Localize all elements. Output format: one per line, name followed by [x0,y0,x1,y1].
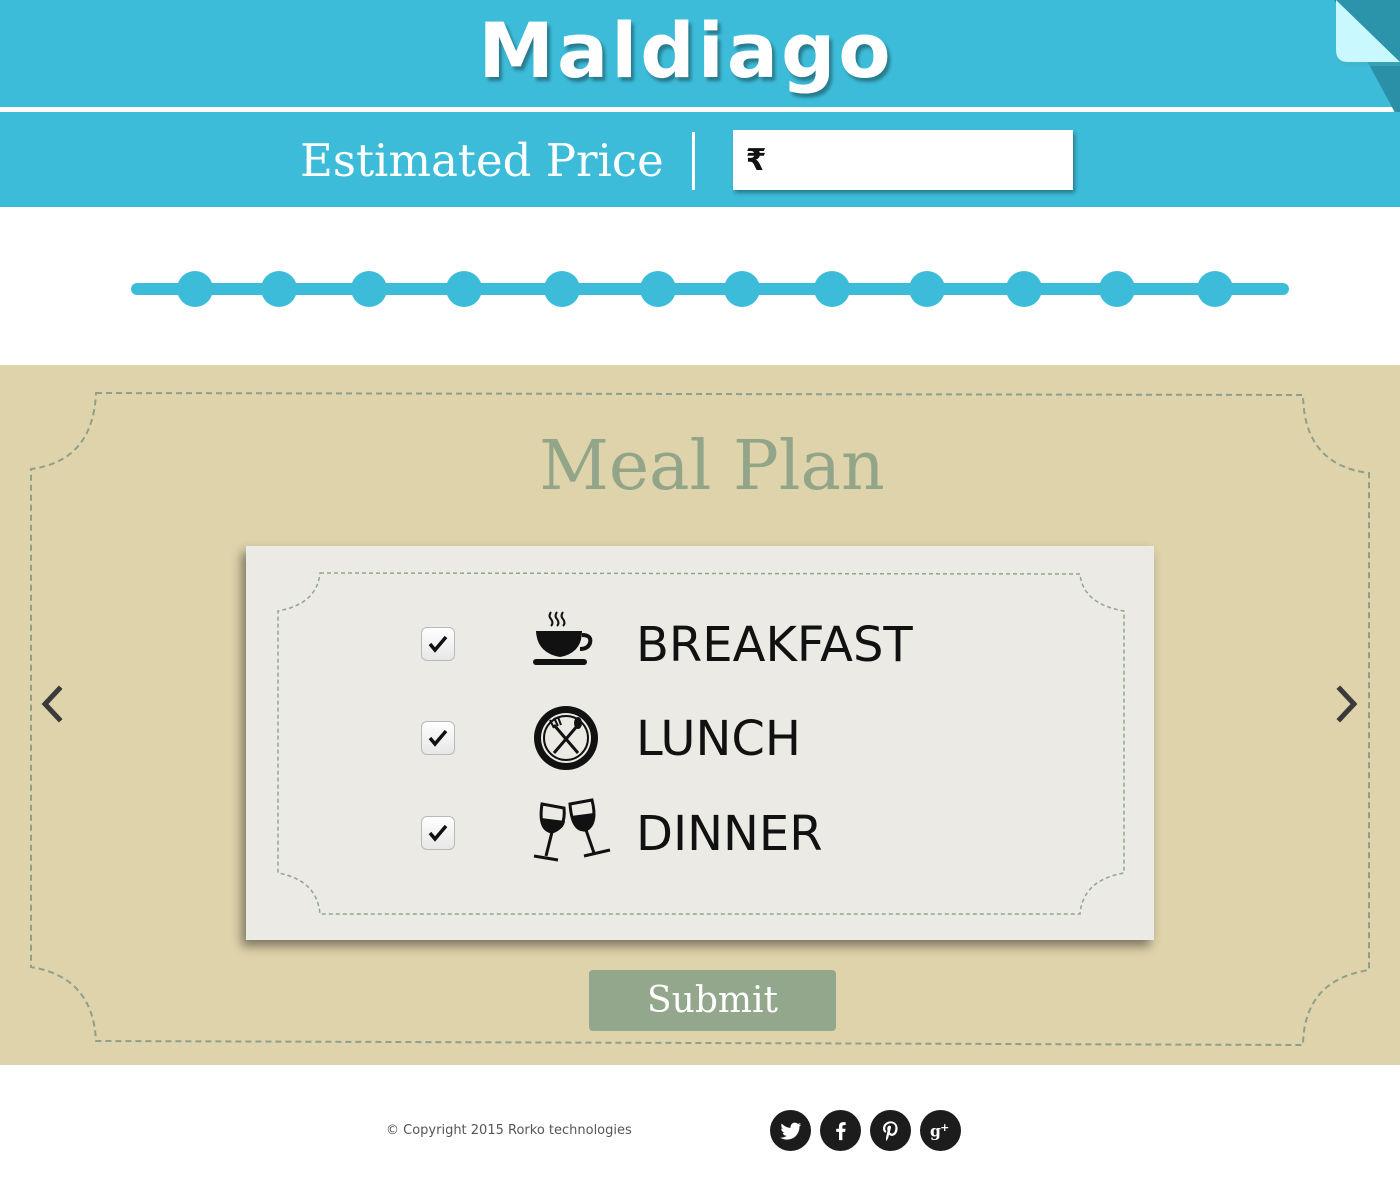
meal-card: BREAKFAST LUNCH DINNER [246,546,1154,940]
wine-glasses-icon [528,798,618,868]
price-bar: Estimated Price ₹ [0,112,1400,207]
brand-logo: Maldiago [478,6,894,95]
google-plus-icon[interactable]: g + [920,1110,961,1151]
site-header: Maldiago [0,0,1400,122]
dinner-checkbox[interactable] [421,816,455,850]
meal-row-dinner: DINNER [246,798,1154,868]
step-dot-1[interactable] [177,271,213,307]
step-dot-9[interactable] [909,271,945,307]
step-dot-5[interactable] [544,271,580,307]
step-dot-3[interactable] [351,271,387,307]
coffee-cup-icon [528,609,618,679]
step-dot-6[interactable] [640,271,676,307]
price-field[interactable]: ₹ [733,130,1073,190]
chevron-right-icon[interactable] [1334,683,1362,725]
meal-row-lunch: LUNCH [246,703,1154,773]
step-dot-7[interactable] [724,271,760,307]
step-dot-8[interactable] [814,271,850,307]
step-dot-12[interactable] [1197,271,1233,307]
step-dot-2[interactable] [261,271,297,307]
plate-fork-knife-icon [528,703,618,773]
progress-stepper [0,207,1400,365]
lunch-checkbox[interactable] [421,721,455,755]
dinner-label: DINNER [636,806,823,862]
rupee-icon: ₹ [745,142,767,178]
facebook-icon[interactable] [820,1110,861,1151]
meal-plan-section: Meal Plan BREAKFAST LUNCH DINNER Submit [0,365,1400,1065]
step-dot-4[interactable] [446,271,482,307]
svg-text:+: + [940,1121,949,1134]
twitter-icon[interactable] [770,1110,811,1151]
step-dot-11[interactable] [1099,271,1135,307]
estimated-price-input[interactable] [779,130,1073,190]
lunch-label: LUNCH [636,711,801,767]
estimated-price-label: Estimated Price [300,134,664,187]
submit-button[interactable]: Submit [589,970,836,1031]
price-divider [692,132,695,190]
meal-row-breakfast: BREAKFAST [246,609,1154,679]
step-dot-10[interactable] [1006,271,1042,307]
copyright-text: © Copyright 2015 Rorko technologies [386,1123,632,1138]
page-curl-icon [1334,0,1400,122]
pinterest-icon[interactable] [870,1110,911,1151]
breakfast-label: BREAKFAST [636,617,913,673]
meal-plan-title: Meal Plan [539,427,885,506]
chevron-left-icon[interactable] [37,683,65,725]
breakfast-checkbox[interactable] [421,627,455,661]
